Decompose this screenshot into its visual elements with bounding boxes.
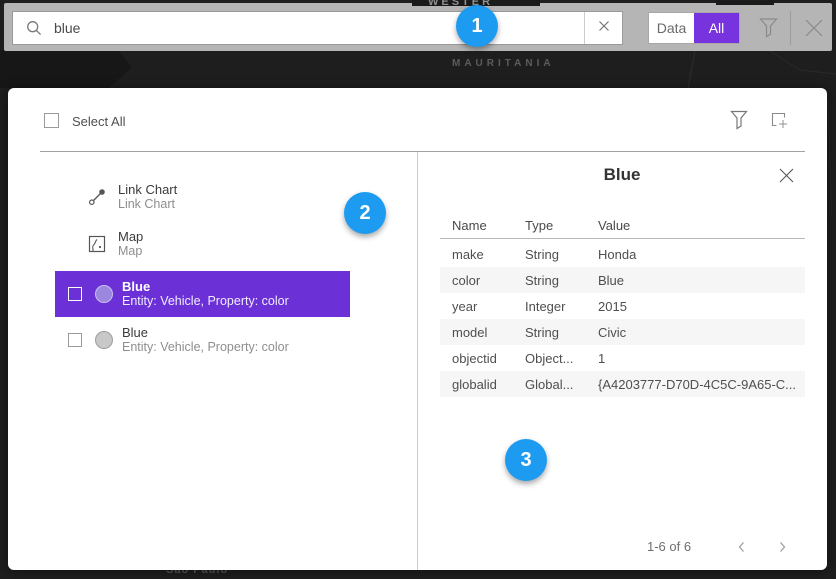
search-toolbar: Data All bbox=[4, 3, 832, 51]
column-header-value: Value bbox=[598, 218, 630, 233]
annotation-badge-1: 1 bbox=[456, 5, 498, 47]
select-all-label: Select All bbox=[72, 114, 125, 129]
app-canvas: MAURITANIA São Paulo WESTER Data All bbox=[0, 0, 836, 579]
cell-type: String bbox=[525, 247, 559, 262]
result-title: Link Chart bbox=[118, 182, 177, 197]
map-icon bbox=[88, 235, 106, 253]
entity-icon bbox=[95, 331, 113, 349]
cell-type: String bbox=[525, 325, 559, 340]
panel-vertical-divider bbox=[417, 152, 418, 570]
cell-value: 1 bbox=[598, 351, 605, 366]
result-title: Blue bbox=[122, 325, 289, 340]
result-subtitle: Link Chart bbox=[118, 197, 177, 212]
close-search-button[interactable] bbox=[803, 17, 825, 44]
result-item-blue[interactable]: Blue Entity: Vehicle, Property: color bbox=[55, 317, 350, 363]
map-label-mauritania: MAURITANIA bbox=[452, 58, 555, 69]
cell-name: year bbox=[452, 299, 477, 314]
result-item-map[interactable]: Map Map bbox=[55, 221, 350, 267]
detail-close-button[interactable] bbox=[778, 167, 795, 189]
next-page-button[interactable] bbox=[776, 540, 788, 558]
scope-option-data[interactable]: Data bbox=[649, 13, 694, 43]
table-row: model String Civic bbox=[440, 319, 805, 345]
cell-value: Blue bbox=[598, 273, 624, 288]
annotation-badge-3: 3 bbox=[505, 439, 547, 481]
cell-value: Civic bbox=[598, 325, 626, 340]
search-results-panel: Select All Link Chart Link Chart Map Map bbox=[8, 88, 827, 570]
cell-type: String bbox=[525, 273, 559, 288]
table-row: year Integer 2015 bbox=[440, 293, 805, 319]
cell-name: globalid bbox=[452, 377, 497, 392]
cell-value: Honda bbox=[598, 247, 636, 262]
entity-icon bbox=[95, 285, 113, 303]
column-header-name: Name bbox=[452, 218, 487, 233]
prev-page-button[interactable] bbox=[736, 540, 748, 558]
detail-title: Blue bbox=[417, 165, 827, 185]
add-selection-button[interactable] bbox=[770, 111, 790, 136]
panel-filter-button[interactable] bbox=[730, 110, 748, 135]
scope-option-all[interactable]: All bbox=[694, 13, 739, 43]
result-subtitle: Map bbox=[118, 244, 143, 259]
result-title: Map bbox=[118, 229, 143, 244]
search-input[interactable] bbox=[54, 12, 584, 44]
clear-search-button[interactable] bbox=[584, 12, 622, 44]
result-item-link-chart[interactable]: Link Chart Link Chart bbox=[55, 174, 350, 220]
cell-name: make bbox=[452, 247, 484, 262]
cell-type: Object... bbox=[525, 351, 573, 366]
result-title: Blue bbox=[122, 279, 289, 294]
panel-divider bbox=[40, 151, 805, 152]
table-header-divider bbox=[440, 238, 805, 239]
column-header-type: Type bbox=[525, 218, 553, 233]
table-row: globalid Global... {A4203777-D70D-4C5C-9… bbox=[440, 371, 805, 397]
cell-value: {A4203777-D70D-4C5C-9A65-C... bbox=[598, 377, 796, 392]
table-row: objectid Object... 1 bbox=[440, 345, 805, 371]
cell-name: objectid bbox=[452, 351, 497, 366]
pagination-label: 1-6 of 6 bbox=[647, 539, 691, 554]
link-chart-icon bbox=[88, 188, 106, 206]
table-row: color String Blue bbox=[440, 267, 805, 293]
toolbar-divider bbox=[790, 11, 791, 45]
filter-button[interactable] bbox=[759, 17, 778, 43]
cell-name: model bbox=[452, 325, 487, 340]
scope-toggle: Data All bbox=[648, 12, 740, 44]
result-subtitle: Entity: Vehicle, Property: color bbox=[122, 294, 289, 309]
cell-name: color bbox=[452, 273, 480, 288]
annotation-badge-2: 2 bbox=[344, 192, 386, 234]
search-box[interactable] bbox=[12, 11, 623, 45]
result-subtitle: Entity: Vehicle, Property: color bbox=[122, 340, 289, 355]
result-checkbox[interactable] bbox=[68, 287, 82, 301]
select-all-checkbox[interactable] bbox=[44, 113, 59, 128]
close-icon bbox=[598, 19, 610, 37]
map-strip bbox=[716, 0, 774, 5]
result-item-blue-selected[interactable]: Blue Entity: Vehicle, Property: color bbox=[55, 271, 350, 317]
cell-value: 2015 bbox=[598, 299, 627, 314]
cell-type: Global... bbox=[525, 377, 573, 392]
result-checkbox[interactable] bbox=[68, 333, 82, 347]
cell-type: Integer bbox=[525, 299, 565, 314]
table-row: make String Honda bbox=[440, 241, 805, 267]
search-icon bbox=[26, 20, 42, 36]
